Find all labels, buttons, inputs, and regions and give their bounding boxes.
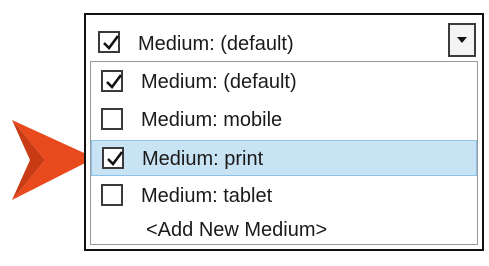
add-new-medium-label: <Add New Medium> (146, 219, 328, 241)
checkbox-medium-default[interactable] (101, 70, 123, 92)
combo-checkbox[interactable] (98, 31, 120, 53)
list-item-medium-default[interactable]: Medium: (default) (91, 64, 477, 100)
checkmark-icon (106, 74, 123, 89)
list-item-medium-mobile[interactable]: Medium: mobile (91, 102, 477, 138)
checkbox-medium-print[interactable] (102, 147, 124, 169)
dropdown-toggle-button[interactable] (448, 23, 476, 57)
list-item-medium-print[interactable]: Medium: print (91, 140, 477, 176)
list-item-medium-tablet[interactable]: Medium: tablet (91, 178, 477, 214)
add-new-medium-item[interactable]: <Add New Medium> (91, 216, 477, 244)
checkbox-medium-mobile[interactable] (101, 108, 123, 130)
medium-list: Medium: (default) Medium: mobile Medium:… (90, 61, 478, 245)
combo-selected-value: Medium: (default) (138, 33, 294, 55)
list-item-label: Medium: mobile (141, 109, 283, 131)
list-item-label: Medium: (default) (141, 71, 297, 93)
list-item-label: Medium: print (142, 148, 264, 170)
checkbox-medium-tablet[interactable] (101, 184, 123, 206)
checkmark-icon (103, 35, 120, 50)
chevron-down-icon (457, 37, 467, 43)
medium-dropdown[interactable]: Medium: (default) Medium: (default) Medi… (84, 13, 484, 251)
checkmark-icon (107, 151, 124, 166)
list-item-label: Medium: tablet (141, 185, 273, 207)
